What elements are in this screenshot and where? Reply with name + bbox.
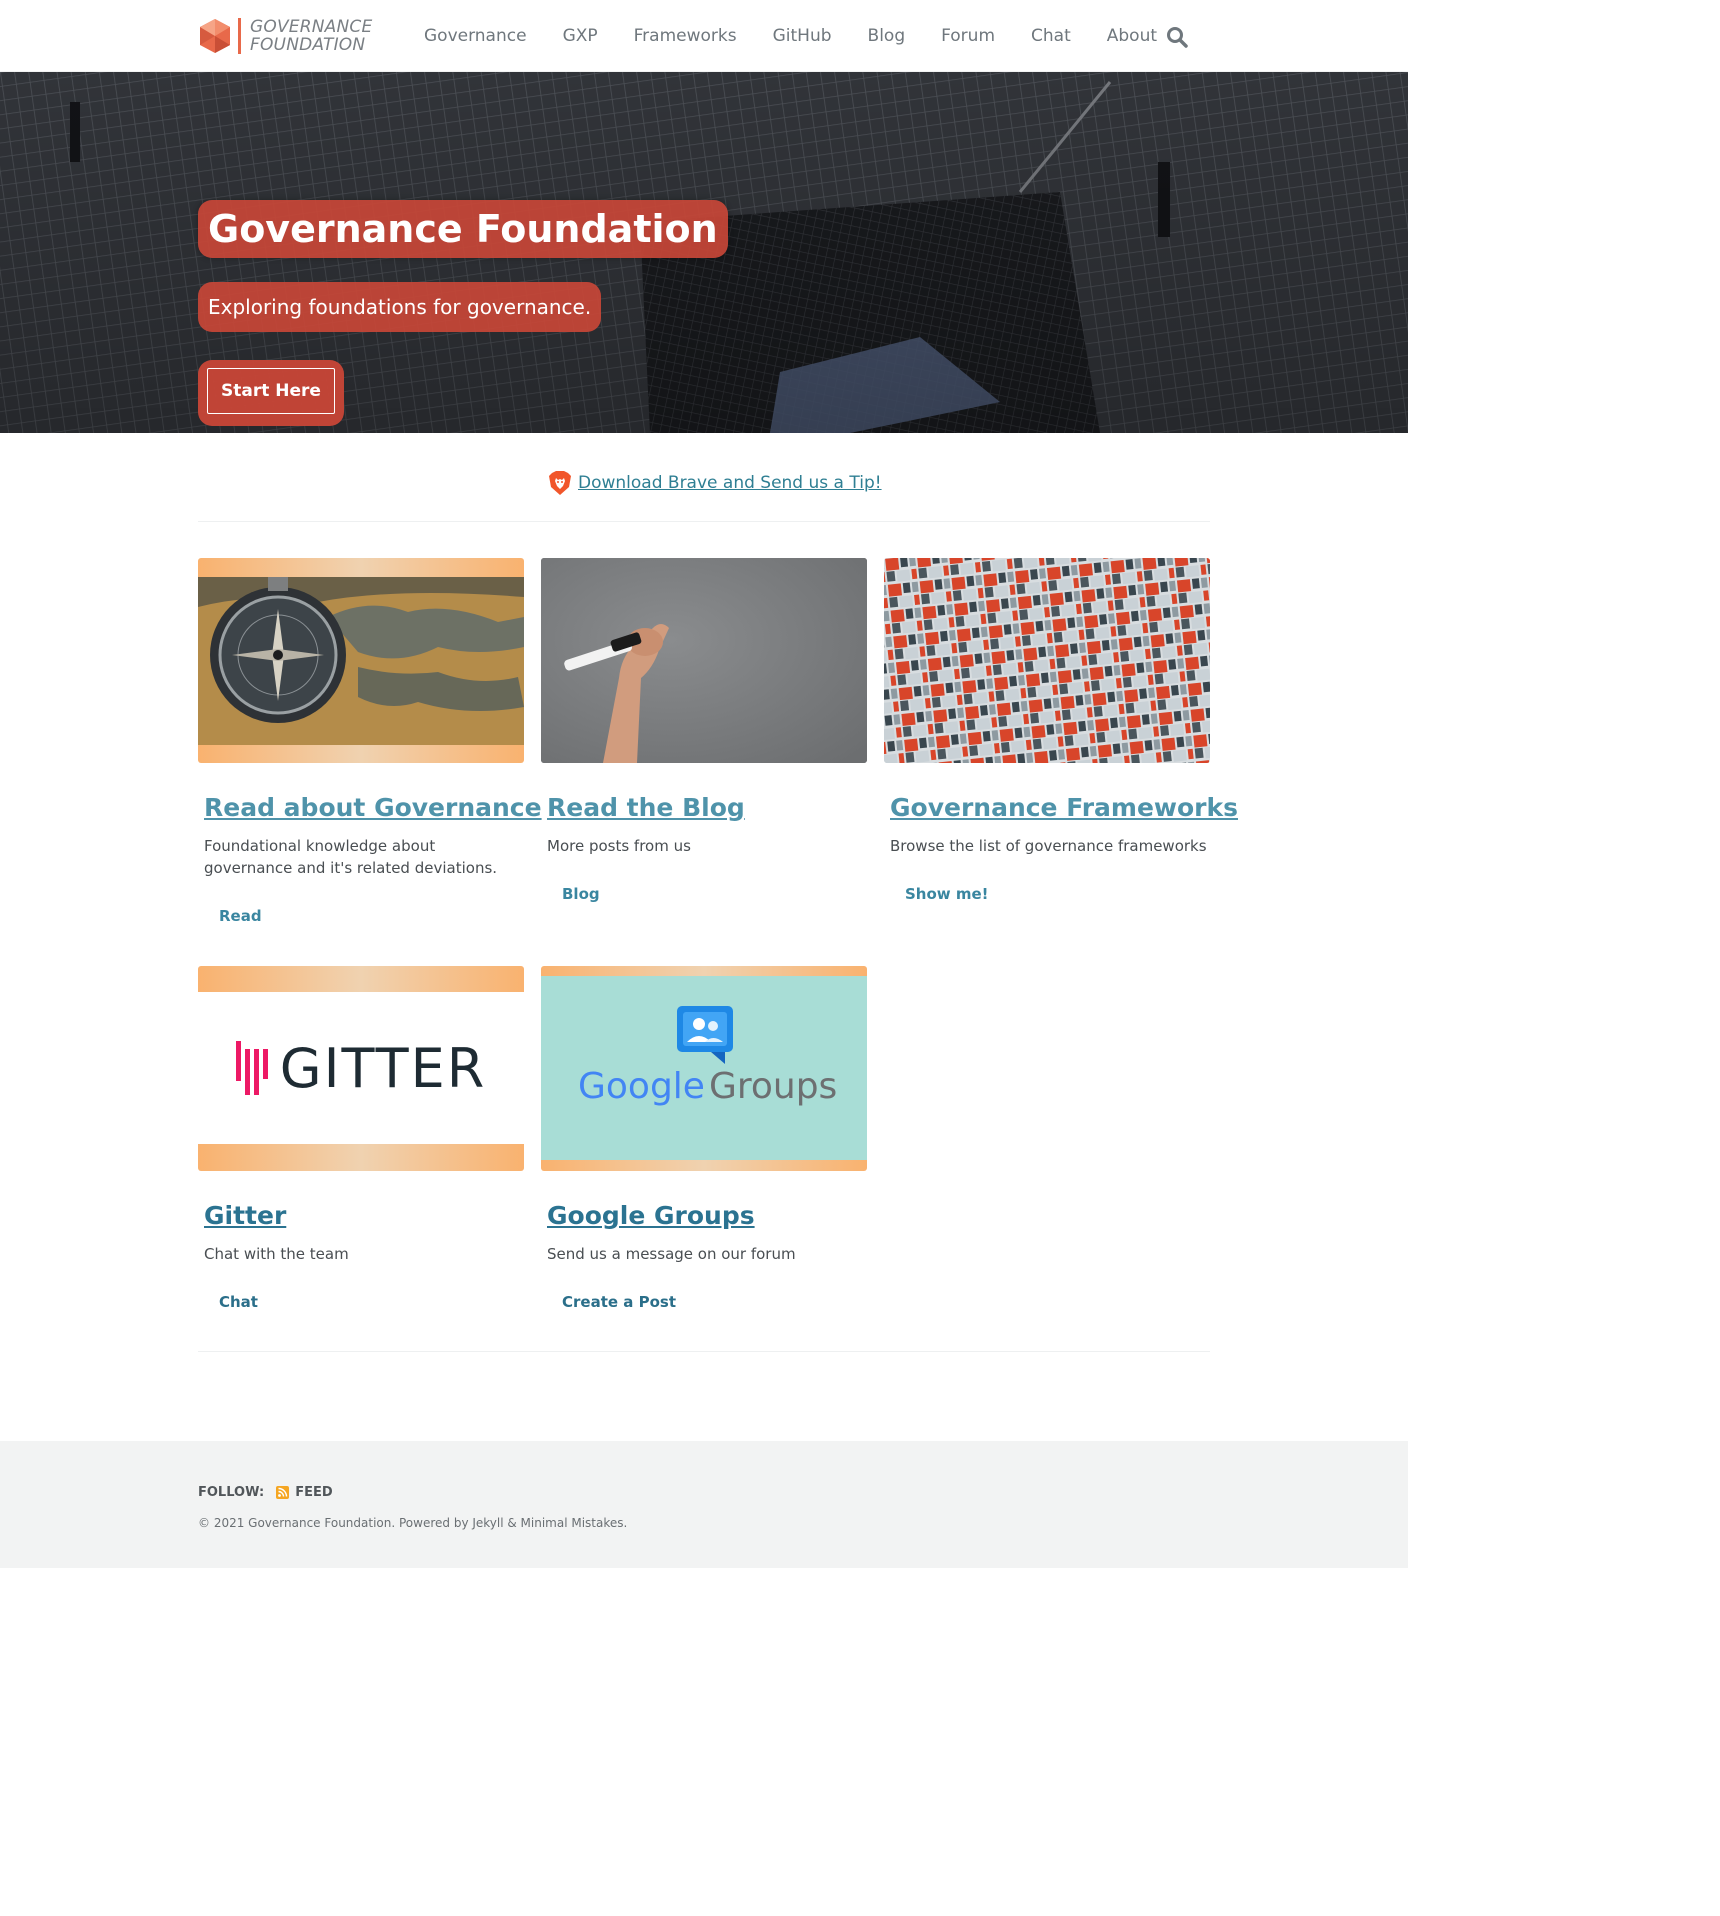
brave-tip-link[interactable]: Download Brave and Send us a Tip!: [578, 473, 882, 493]
card-google-groups: Google Groups Google Groups Send us a mes…: [541, 966, 867, 1311]
gitter-logo-text: GITTER: [279, 1036, 487, 1100]
site-title[interactable]: GOVERNANCE FOUNDATION: [250, 18, 372, 54]
card-excerpt: Chat with the team: [204, 1245, 349, 1263]
nav-about[interactable]: About: [1107, 26, 1157, 46]
card-title[interactable]: Google Groups: [547, 1201, 867, 1231]
nav-blog[interactable]: Blog: [868, 26, 906, 46]
logo-divider: [238, 18, 241, 54]
content-divider-bottom: [198, 1351, 1210, 1352]
card-image-compass[interactable]: [198, 558, 524, 763]
gitter-icon: [235, 1041, 268, 1095]
site-logo-icon[interactable]: [198, 18, 232, 54]
feed-link[interactable]: FEED: [276, 1485, 333, 1500]
google-groups-wordmark: Google Groups: [578, 1066, 837, 1107]
compass-map-image: [198, 577, 524, 745]
rss-icon: [276, 1486, 290, 1499]
follow-label: FOLLOW:: [198, 1485, 265, 1500]
nav-gxp[interactable]: GXP: [563, 26, 598, 46]
apartment-facade-image: [884, 558, 1210, 763]
card-read-governance: Read about Governance Foundational knowl…: [198, 558, 542, 925]
chat-button[interactable]: Chat: [219, 1293, 258, 1311]
nav-frameworks[interactable]: Frameworks: [634, 26, 737, 46]
groups-wordmark: Groups: [708, 1066, 838, 1107]
site-title-line2: FOUNDATION: [250, 35, 366, 55]
card-image-hand[interactable]: [541, 558, 867, 763]
copyright-text: © 2021 Governance Foundation. Powered by…: [198, 1516, 628, 1530]
hero-cta-wrapper: Start Here: [198, 360, 344, 426]
card-title[interactable]: Read the Blog: [547, 793, 867, 823]
blog-button[interactable]: Blog: [562, 885, 600, 903]
card-gitter: GITTER Gitter Chat with the team Chat: [198, 966, 524, 1311]
search-icon[interactable]: [1166, 26, 1188, 48]
groups-chat-icon: [677, 1006, 733, 1064]
brave-tip: Download Brave and Send us a Tip!: [548, 470, 882, 496]
create-post-button[interactable]: Create a Post: [562, 1293, 676, 1311]
hand-marker-image: [541, 558, 867, 763]
card-image-apartments[interactable]: [884, 558, 1210, 763]
card-title[interactable]: Gitter: [204, 1201, 524, 1231]
card-excerpt: Send us a message on our forum: [547, 1245, 796, 1263]
brave-lion-icon: [549, 471, 571, 495]
card-governance-frameworks: Governance Frameworks Browse the list of…: [884, 558, 1238, 903]
masthead: GOVERNANCE FOUNDATION Governance GXP Fra…: [0, 0, 1408, 72]
nav-forum[interactable]: Forum: [941, 26, 995, 46]
hero-section: Governance Foundation Exploring foundati…: [0, 72, 1408, 433]
show-me-button[interactable]: Show me!: [905, 885, 989, 903]
feed-label: FEED: [295, 1485, 333, 1500]
read-button[interactable]: Read: [219, 907, 262, 925]
hero-excerpt: Exploring foundations for governance.: [198, 282, 602, 332]
card-image-google-groups[interactable]: Google Groups: [541, 966, 867, 1171]
google-wordmark: Google: [578, 1066, 705, 1107]
start-here-button[interactable]: Start Here: [207, 368, 335, 414]
card-title[interactable]: Read about Governance: [204, 793, 542, 823]
content-divider-top: [198, 521, 1210, 522]
nav-chat[interactable]: Chat: [1031, 26, 1071, 46]
main-nav: Governance GXP Frameworks GitHub Blog Fo…: [424, 26, 1193, 46]
card-title[interactable]: Governance Frameworks: [890, 793, 1238, 823]
site-title-line1: GOVERNANCE: [250, 17, 373, 37]
card-excerpt: Foundational knowledge about governance …: [204, 837, 498, 877]
hero-title: Governance Foundation: [198, 200, 728, 258]
page-footer: FOLLOW: FEED © 2021 Governance Foundatio…: [0, 1441, 1408, 1568]
nav-governance[interactable]: Governance: [424, 26, 527, 46]
card-read-blog: Read the Blog More posts from us Blog: [541, 558, 867, 903]
card-image-gitter[interactable]: GITTER: [198, 966, 524, 1171]
google-groups-logo: Google Groups: [541, 976, 867, 1160]
follow-bar: FOLLOW: FEED: [198, 1485, 333, 1500]
nav-github[interactable]: GitHub: [773, 26, 832, 46]
card-excerpt: More posts from us: [547, 837, 691, 855]
card-excerpt: Browse the list of governance frameworks: [890, 837, 1207, 855]
gitter-logo: GITTER: [198, 992, 524, 1144]
